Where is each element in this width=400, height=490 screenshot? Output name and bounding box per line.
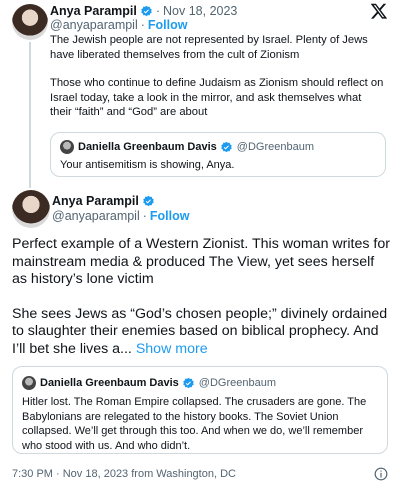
avatar[interactable] bbox=[12, 190, 50, 228]
tweet2-header: Anya Parampil bbox=[52, 194, 155, 208]
tweet2-body: Perfect example of a Western Zionist. Th… bbox=[12, 236, 390, 358]
verified-badge-icon bbox=[221, 141, 232, 152]
author-name[interactable]: Anya Parampil bbox=[50, 4, 137, 18]
avatar[interactable] bbox=[12, 4, 48, 40]
tweet2-paragraph-wrapper: She sees Jews as “God’s chosen people;” … bbox=[12, 306, 390, 359]
tweet1-paragraph: The Jewish people are not represented by… bbox=[50, 34, 368, 61]
author-handle[interactable]: @anyaparampil bbox=[50, 18, 138, 32]
quoted-author-name: Daniella Greenbaum Davis bbox=[40, 377, 179, 389]
x-logo-icon[interactable] bbox=[370, 2, 388, 20]
quoted-tweet[interactable]: Daniella Greenbaum Davis @DGreenbaum You… bbox=[50, 132, 386, 177]
thread-connector-line bbox=[29, 42, 31, 188]
tweet-timestamp[interactable]: 7:30 PM · Nov 18, 2023 from Washington, … bbox=[12, 468, 236, 480]
quoted-author-handle: @DGreenbaum bbox=[236, 141, 314, 153]
verified-badge-icon bbox=[183, 377, 194, 388]
tweet1-header: Anya Parampil · Nov 18, 2023 bbox=[50, 4, 237, 18]
quoted-tweet-header: Daniella Greenbaum Davis @DGreenbaum bbox=[22, 376, 276, 390]
verified-badge-icon bbox=[143, 195, 154, 206]
follow-button[interactable]: Follow bbox=[150, 209, 190, 223]
quoted-tweet-text: Your antisemitism is showing, Anya. bbox=[60, 159, 235, 171]
tweet-date[interactable]: Nov 18, 2023 bbox=[163, 4, 237, 18]
tweet2-subheader: @anyaparampil · Follow bbox=[52, 209, 189, 223]
avatar bbox=[60, 140, 74, 154]
separator-dot: · bbox=[140, 18, 145, 32]
info-icon[interactable] bbox=[374, 467, 388, 481]
show-more-link[interactable]: Show more bbox=[136, 341, 208, 357]
author-name[interactable]: Anya Parampil bbox=[52, 194, 139, 208]
follow-button[interactable]: Follow bbox=[148, 18, 188, 32]
author-handle[interactable]: @anyaparampil bbox=[52, 209, 140, 223]
separator-dot: · bbox=[155, 4, 161, 18]
quoted-tweet-header: Daniella Greenbaum Davis @DGreenbaum bbox=[60, 140, 314, 154]
quoted-author-name: Daniella Greenbaum Davis bbox=[78, 141, 217, 153]
tweet1-subheader: @anyaparampil · Follow bbox=[50, 18, 187, 32]
tweet2-paragraph: Perfect example of a Western Zionist. Th… bbox=[12, 236, 390, 287]
quoted-tweet[interactable]: Daniella Greenbaum Davis @DGreenbaum Hit… bbox=[12, 366, 388, 454]
tweet1-body: The Jewish people are not represented by… bbox=[50, 33, 386, 120]
avatar bbox=[22, 376, 36, 390]
quoted-author-handle: @DGreenbaum bbox=[198, 377, 276, 389]
quoted-tweet-text: Hitler lost. The Roman Empire collapsed.… bbox=[22, 396, 367, 452]
separator-dot: · bbox=[142, 209, 147, 223]
tweet1-paragraph: Those who continue to define Judaism as … bbox=[50, 77, 384, 118]
verified-badge-icon bbox=[141, 5, 152, 16]
